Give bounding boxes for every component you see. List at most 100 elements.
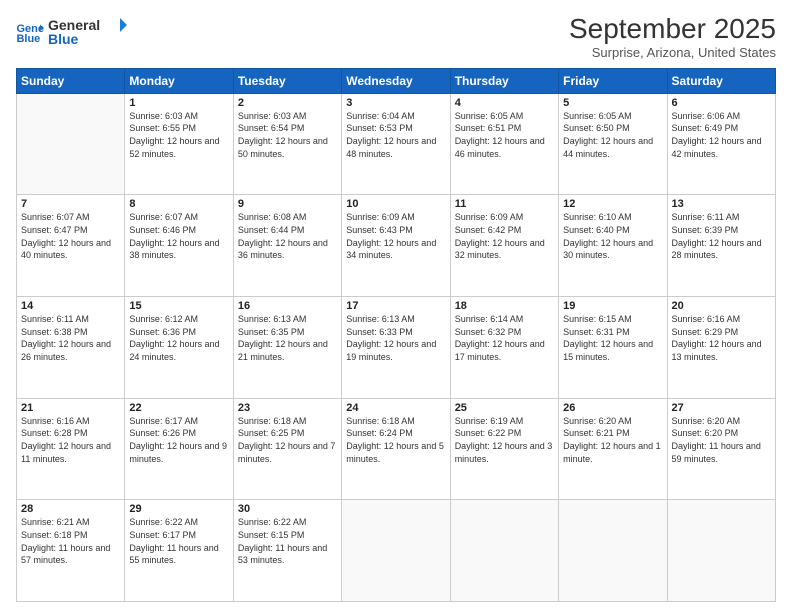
sunrise-text: Sunrise: 6:07 AM	[21, 212, 90, 222]
calendar-cell: 22 Sunrise: 6:17 AM Sunset: 6:26 PM Dayl…	[125, 398, 233, 500]
day-number: 18	[455, 300, 554, 312]
logo-svg: General Blue	[48, 14, 128, 50]
day-number: 15	[129, 300, 228, 312]
svg-text:Blue: Blue	[48, 31, 79, 47]
day-number: 24	[346, 402, 445, 414]
sunset-text: Sunset: 6:31 PM	[563, 327, 630, 337]
day-info: Sunrise: 6:11 AM Sunset: 6:39 PM Dayligh…	[672, 211, 771, 261]
day-info: Sunrise: 6:13 AM Sunset: 6:33 PM Dayligh…	[346, 313, 445, 363]
sunrise-text: Sunrise: 6:05 AM	[455, 111, 524, 121]
calendar-cell: 20 Sunrise: 6:16 AM Sunset: 6:29 PM Dayl…	[667, 297, 775, 399]
daylight-text: Daylight: 12 hours and 11 minutes.	[21, 441, 111, 464]
calendar-cell: 2 Sunrise: 6:03 AM Sunset: 6:54 PM Dayli…	[233, 93, 341, 195]
day-info: Sunrise: 6:07 AM Sunset: 6:46 PM Dayligh…	[129, 211, 228, 261]
calendar-cell: 23 Sunrise: 6:18 AM Sunset: 6:25 PM Dayl…	[233, 398, 341, 500]
daylight-text: Daylight: 12 hours and 7 minutes.	[238, 441, 336, 464]
day-number: 20	[672, 300, 771, 312]
calendar-table: Sunday Monday Tuesday Wednesday Thursday…	[16, 68, 776, 602]
sunset-text: Sunset: 6:20 PM	[672, 428, 739, 438]
day-info: Sunrise: 6:09 AM Sunset: 6:42 PM Dayligh…	[455, 211, 554, 261]
header: General Blue General Blue September 2025…	[16, 14, 776, 60]
sunset-text: Sunset: 6:18 PM	[21, 530, 88, 540]
day-number: 4	[455, 97, 554, 109]
header-sunday: Sunday	[17, 68, 125, 93]
sunrise-text: Sunrise: 6:07 AM	[129, 212, 198, 222]
calendar-cell: 5 Sunrise: 6:05 AM Sunset: 6:50 PM Dayli…	[559, 93, 667, 195]
sunrise-text: Sunrise: 6:17 AM	[129, 416, 198, 426]
day-number: 21	[21, 402, 120, 414]
calendar-cell: 14 Sunrise: 6:11 AM Sunset: 6:38 PM Dayl…	[17, 297, 125, 399]
sunset-text: Sunset: 6:40 PM	[563, 225, 630, 235]
sunset-text: Sunset: 6:43 PM	[346, 225, 413, 235]
sunrise-text: Sunrise: 6:19 AM	[455, 416, 524, 426]
sunset-text: Sunset: 6:17 PM	[129, 530, 196, 540]
day-number: 14	[21, 300, 120, 312]
day-info: Sunrise: 6:18 AM Sunset: 6:24 PM Dayligh…	[346, 415, 445, 465]
sunset-text: Sunset: 6:32 PM	[455, 327, 522, 337]
calendar-cell: 29 Sunrise: 6:22 AM Sunset: 6:17 PM Dayl…	[125, 500, 233, 602]
sunrise-text: Sunrise: 6:09 AM	[455, 212, 524, 222]
day-info: Sunrise: 6:20 AM Sunset: 6:20 PM Dayligh…	[672, 415, 771, 465]
day-info: Sunrise: 6:13 AM Sunset: 6:35 PM Dayligh…	[238, 313, 337, 363]
header-thursday: Thursday	[450, 68, 558, 93]
calendar-cell: 11 Sunrise: 6:09 AM Sunset: 6:42 PM Dayl…	[450, 195, 558, 297]
calendar-cell: 10 Sunrise: 6:09 AM Sunset: 6:43 PM Dayl…	[342, 195, 450, 297]
day-number: 16	[238, 300, 337, 312]
sunrise-text: Sunrise: 6:11 AM	[672, 212, 740, 222]
calendar-cell: 6 Sunrise: 6:06 AM Sunset: 6:49 PM Dayli…	[667, 93, 775, 195]
day-number: 17	[346, 300, 445, 312]
day-number: 11	[455, 198, 554, 210]
sunrise-text: Sunrise: 6:08 AM	[238, 212, 307, 222]
daylight-text: Daylight: 12 hours and 19 minutes.	[346, 339, 436, 362]
day-info: Sunrise: 6:22 AM Sunset: 6:17 PM Dayligh…	[129, 516, 228, 566]
daylight-text: Daylight: 12 hours and 15 minutes.	[563, 339, 653, 362]
daylight-text: Daylight: 12 hours and 32 minutes.	[455, 238, 545, 261]
calendar-cell: 16 Sunrise: 6:13 AM Sunset: 6:35 PM Dayl…	[233, 297, 341, 399]
page: General Blue General Blue September 2025…	[0, 0, 792, 612]
week-row-1: 1 Sunrise: 6:03 AM Sunset: 6:55 PM Dayli…	[17, 93, 776, 195]
day-number: 6	[672, 97, 771, 109]
daylight-text: Daylight: 12 hours and 17 minutes.	[455, 339, 545, 362]
calendar-cell	[17, 93, 125, 195]
sunset-text: Sunset: 6:46 PM	[129, 225, 196, 235]
sunset-text: Sunset: 6:36 PM	[129, 327, 196, 337]
daylight-text: Daylight: 12 hours and 50 minutes.	[238, 136, 328, 159]
day-number: 29	[129, 503, 228, 515]
sunrise-text: Sunrise: 6:22 AM	[129, 517, 198, 527]
sunrise-text: Sunrise: 6:06 AM	[672, 111, 741, 121]
weekday-header-row: Sunday Monday Tuesday Wednesday Thursday…	[17, 68, 776, 93]
calendar-cell: 18 Sunrise: 6:14 AM Sunset: 6:32 PM Dayl…	[450, 297, 558, 399]
sunrise-text: Sunrise: 6:16 AM	[21, 416, 90, 426]
calendar-cell: 12 Sunrise: 6:10 AM Sunset: 6:40 PM Dayl…	[559, 195, 667, 297]
sunrise-text: Sunrise: 6:15 AM	[563, 314, 632, 324]
day-info: Sunrise: 6:08 AM Sunset: 6:44 PM Dayligh…	[238, 211, 337, 261]
daylight-text: Daylight: 12 hours and 13 minutes.	[672, 339, 762, 362]
sunrise-text: Sunrise: 6:05 AM	[563, 111, 632, 121]
day-info: Sunrise: 6:14 AM Sunset: 6:32 PM Dayligh…	[455, 313, 554, 363]
sunrise-text: Sunrise: 6:11 AM	[21, 314, 89, 324]
sunset-text: Sunset: 6:15 PM	[238, 530, 305, 540]
day-info: Sunrise: 6:19 AM Sunset: 6:22 PM Dayligh…	[455, 415, 554, 465]
calendar-cell: 15 Sunrise: 6:12 AM Sunset: 6:36 PM Dayl…	[125, 297, 233, 399]
sunrise-text: Sunrise: 6:09 AM	[346, 212, 415, 222]
sunset-text: Sunset: 6:22 PM	[455, 428, 522, 438]
day-info: Sunrise: 6:16 AM Sunset: 6:29 PM Dayligh…	[672, 313, 771, 363]
daylight-text: Daylight: 12 hours and 5 minutes.	[346, 441, 444, 464]
daylight-text: Daylight: 12 hours and 24 minutes.	[129, 339, 219, 362]
day-info: Sunrise: 6:22 AM Sunset: 6:15 PM Dayligh…	[238, 516, 337, 566]
calendar-cell: 30 Sunrise: 6:22 AM Sunset: 6:15 PM Dayl…	[233, 500, 341, 602]
week-row-2: 7 Sunrise: 6:07 AM Sunset: 6:47 PM Dayli…	[17, 195, 776, 297]
sunset-text: Sunset: 6:25 PM	[238, 428, 305, 438]
day-info: Sunrise: 6:05 AM Sunset: 6:51 PM Dayligh…	[455, 110, 554, 160]
sunrise-text: Sunrise: 6:18 AM	[238, 416, 307, 426]
sunrise-text: Sunrise: 6:18 AM	[346, 416, 415, 426]
sunset-text: Sunset: 6:42 PM	[455, 225, 522, 235]
sunrise-text: Sunrise: 6:04 AM	[346, 111, 415, 121]
calendar-cell	[450, 500, 558, 602]
page-title: September 2025	[569, 14, 776, 45]
header-friday: Friday	[559, 68, 667, 93]
week-row-5: 28 Sunrise: 6:21 AM Sunset: 6:18 PM Dayl…	[17, 500, 776, 602]
week-row-3: 14 Sunrise: 6:11 AM Sunset: 6:38 PM Dayl…	[17, 297, 776, 399]
day-info: Sunrise: 6:16 AM Sunset: 6:28 PM Dayligh…	[21, 415, 120, 465]
sunrise-text: Sunrise: 6:20 AM	[563, 416, 632, 426]
